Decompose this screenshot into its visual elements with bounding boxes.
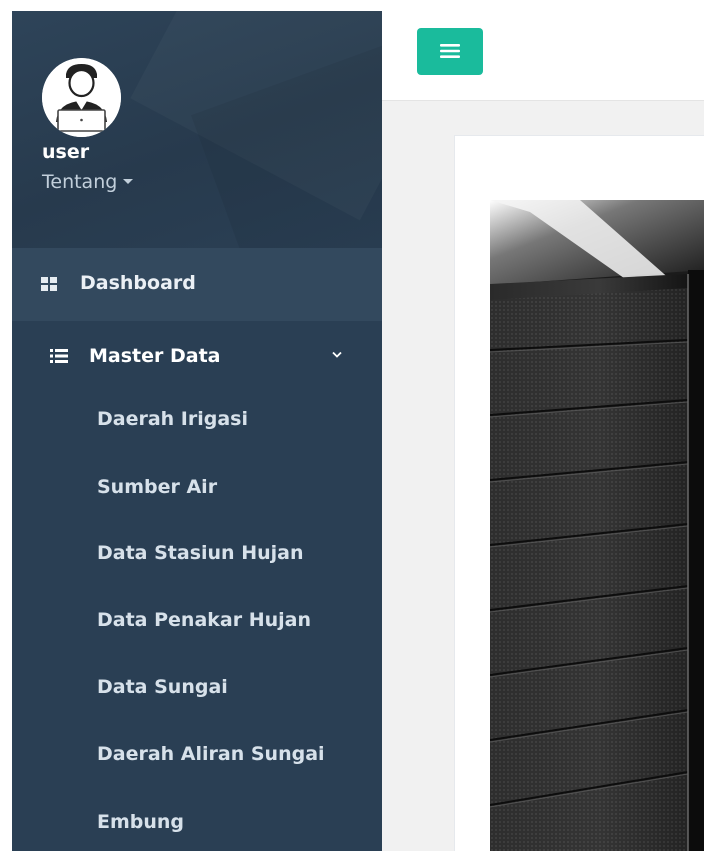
app-window: user Tentang Dashboard Master Data Daera… (0, 0, 704, 851)
menu-toggle-button[interactable] (417, 28, 483, 75)
caret-down-icon (123, 179, 134, 184)
sidebar-subitem-daerah-irigasi[interactable]: Daerah Irigasi (97, 408, 248, 430)
sidebar: user Tentang Dashboard Master Data Daera… (12, 11, 382, 851)
sidebar-item-label: Dashboard (80, 272, 196, 294)
hamburger-icon (440, 44, 460, 58)
username: user (42, 141, 90, 163)
sidebar-subitem-embung[interactable]: Embung (97, 811, 184, 833)
sidebar-subitem-data-penakar-hujan[interactable]: Data Penakar Hujan (97, 609, 311, 631)
list-icon (50, 349, 68, 363)
window-edge-top (12, 0, 704, 11)
chevron-down-icon[interactable] (332, 351, 342, 359)
content-panel (454, 135, 704, 851)
server-room-photo (490, 200, 704, 851)
sidebar-subitem-data-sungai[interactable]: Data Sungai (97, 676, 228, 698)
grid-icon (41, 277, 57, 291)
profile-panel: user Tentang (12, 11, 382, 248)
sidebar-item-dashboard[interactable]: Dashboard (12, 248, 382, 321)
sidebar-subitem-sumber-air[interactable]: Sumber Air (97, 476, 217, 498)
avatar (42, 58, 121, 137)
server-room-image (490, 200, 704, 851)
sidebar-item-label: Master Data (89, 345, 221, 367)
window-edge-left (0, 0, 12, 851)
sidebar-item-master-data[interactable]: Master Data (12, 333, 382, 383)
sidebar-subitem-data-stasiun-hujan[interactable]: Data Stasiun Hujan (97, 542, 303, 564)
top-navbar (382, 11, 704, 101)
about-label: Tentang (42, 171, 118, 193)
about-dropdown[interactable]: Tentang (42, 171, 134, 193)
sidebar-subitem-daerah-aliran-sungai[interactable]: Daerah Aliran Sungai (97, 743, 325, 765)
user-laptop-icon (42, 58, 121, 137)
main-content (382, 11, 704, 851)
